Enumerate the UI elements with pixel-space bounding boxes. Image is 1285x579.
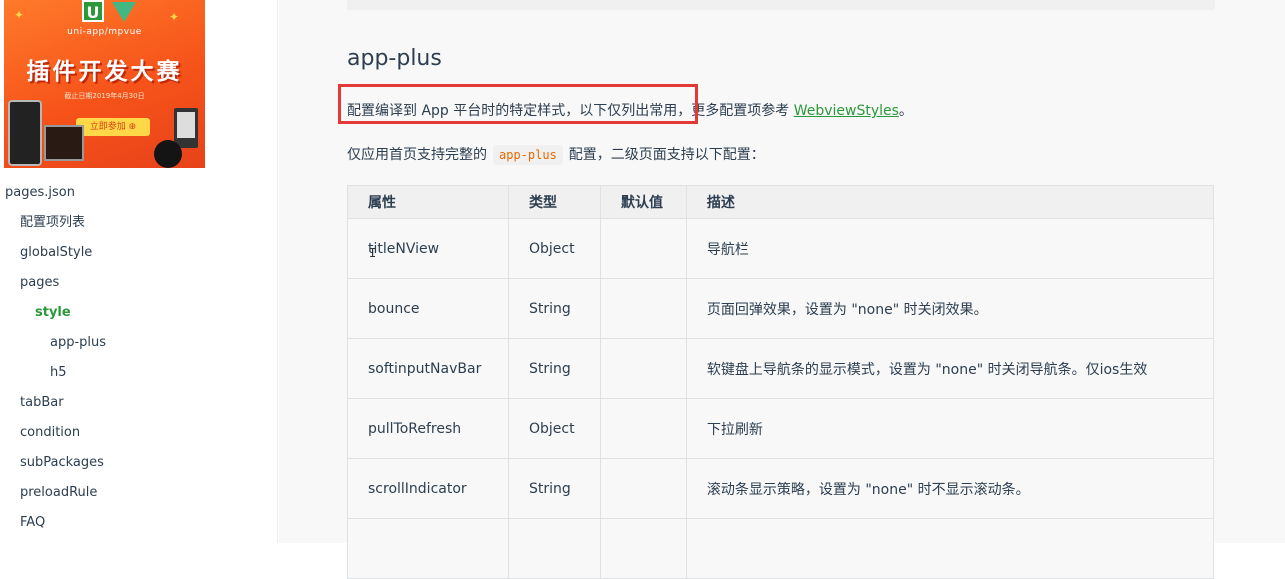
sidebar-item-pages-json[interactable]: pages.json <box>0 178 278 208</box>
cell-description: 导航栏 <box>685 218 1215 279</box>
cell-default <box>599 218 687 279</box>
sidebar-item-app-plus[interactable]: app-plus <box>0 328 278 358</box>
cell-type: String <box>507 278 601 339</box>
cell-description: 页面回弹效果，设置为 "none" 时关闭效果。 <box>685 278 1215 339</box>
uniapp-logo: U <box>74 0 144 26</box>
code-block <box>347 0 1215 10</box>
properties-table: 属性 类型 默认值 描述 titleNView Object 导航栏 bounc… <box>347 185 1215 579</box>
sidebar-item-preloadrule[interactable]: preloadRule <box>0 478 278 508</box>
section-heading: app-plus <box>347 46 442 71</box>
cell-default <box>599 398 687 459</box>
cell-property <box>347 518 509 579</box>
cell-description: 软键盘上导航条的显示模式，设置为 "none" 时关闭导航条。仅ios生效 <box>685 338 1215 399</box>
header-description: 描述 <box>685 185 1215 219</box>
cell-type: String <box>507 458 601 519</box>
sidebar-item-config-list[interactable]: 配置项列表 <box>0 208 278 238</box>
webviewstyles-link[interactable]: WebviewStyles <box>794 103 899 119</box>
sidebar-item-globalstyle[interactable]: globalStyle <box>0 238 278 268</box>
highlight-annotation-box <box>338 84 698 124</box>
sidebar-item-tabbar[interactable]: tabBar <box>0 388 278 418</box>
join-now-button[interactable]: 立即参加 ⊕ <box>76 118 150 136</box>
table-row: pullToRefresh Object 下拉刷新 <box>347 398 1215 459</box>
sidebar-item-pages[interactable]: pages <box>0 268 278 298</box>
table-row: softinputNavBar String 软键盘上导航条的显示模式，设置为 … <box>347 338 1215 399</box>
cell-default <box>599 338 687 399</box>
cell-description: 滚动条显示策略，设置为 "none" 时不显示滚动条。 <box>685 458 1215 519</box>
cell-property: pullToRefresh <box>347 398 509 459</box>
support-text-before: 仅应用首页支持完整的 <box>347 147 487 163</box>
cell-default <box>599 458 687 519</box>
cell-description: 下拉刷新 <box>685 398 1215 459</box>
sidebar-item-faq[interactable]: FAQ <box>0 508 278 538</box>
phone-image-icon <box>8 100 42 166</box>
vue-logo-icon <box>112 2 136 22</box>
table-row: titleNView Object 导航栏 <box>347 218 1215 279</box>
bag-image-icon <box>154 140 182 168</box>
cell-type: Object <box>507 218 601 279</box>
cell-type <box>507 518 601 579</box>
cell-description <box>685 518 1215 579</box>
cell-type: Object <box>507 398 601 459</box>
ereader-image-icon <box>174 108 198 148</box>
sparkle-icon: ✦ <box>14 8 25 22</box>
laptop-image-icon <box>44 125 84 161</box>
banner-title: 插件开发大赛 <box>26 59 183 85</box>
sidebar-item-condition[interactable]: condition <box>0 418 278 448</box>
cell-default <box>599 278 687 339</box>
sidebar-item-subpackages[interactable]: subPackages <box>0 448 278 478</box>
banner-subtitle: uni-app/mpvue <box>67 27 142 37</box>
text-cursor-icon: I <box>369 246 377 260</box>
support-text-after: 配置，二级页面支持以下配置： <box>568 147 765 163</box>
description-end: 。 <box>898 103 913 119</box>
inline-code: app-plus <box>493 145 563 165</box>
sidebar: U uni-app/mpvue 插件开发大赛 截止日期2019年4月30日 立即… <box>0 0 278 543</box>
cell-property: scrollIndicator <box>347 458 509 519</box>
sidebar-nav: pages.json 配置项列表 globalStyle pages style… <box>0 178 278 538</box>
header-type: 类型 <box>507 185 601 219</box>
table-row: bounce String 页面回弹效果，设置为 "none" 时关闭效果。 <box>347 278 1215 339</box>
uniapp-logo-icon: U <box>82 0 104 22</box>
table-header-row: 属性 类型 默认值 描述 <box>347 185 1215 219</box>
promo-banner[interactable]: U uni-app/mpvue 插件开发大赛 截止日期2019年4月30日 立即… <box>4 0 205 168</box>
sidebar-item-style[interactable]: style <box>0 298 278 328</box>
table-row: scrollIndicator String 滚动条显示策略，设置为 "none… <box>347 458 1215 519</box>
main-content: app-plus 配置编译到 App 平台时的特定样式，以下仅列出常用，更多配置… <box>279 0 1285 579</box>
table-row <box>347 518 1215 579</box>
header-property: 属性 <box>347 185 509 219</box>
cell-type: String <box>507 338 601 399</box>
support-paragraph: 仅应用首页支持完整的 app-plus 配置，二级页面支持以下配置： <box>347 144 765 165</box>
cell-property: softinputNavBar <box>347 338 509 399</box>
cell-default <box>599 518 687 579</box>
sparkle-icon: ✦ <box>169 10 180 24</box>
cell-property: bounce <box>347 278 509 339</box>
sidebar-item-h5[interactable]: h5 <box>0 358 278 388</box>
header-default: 默认值 <box>599 185 687 219</box>
